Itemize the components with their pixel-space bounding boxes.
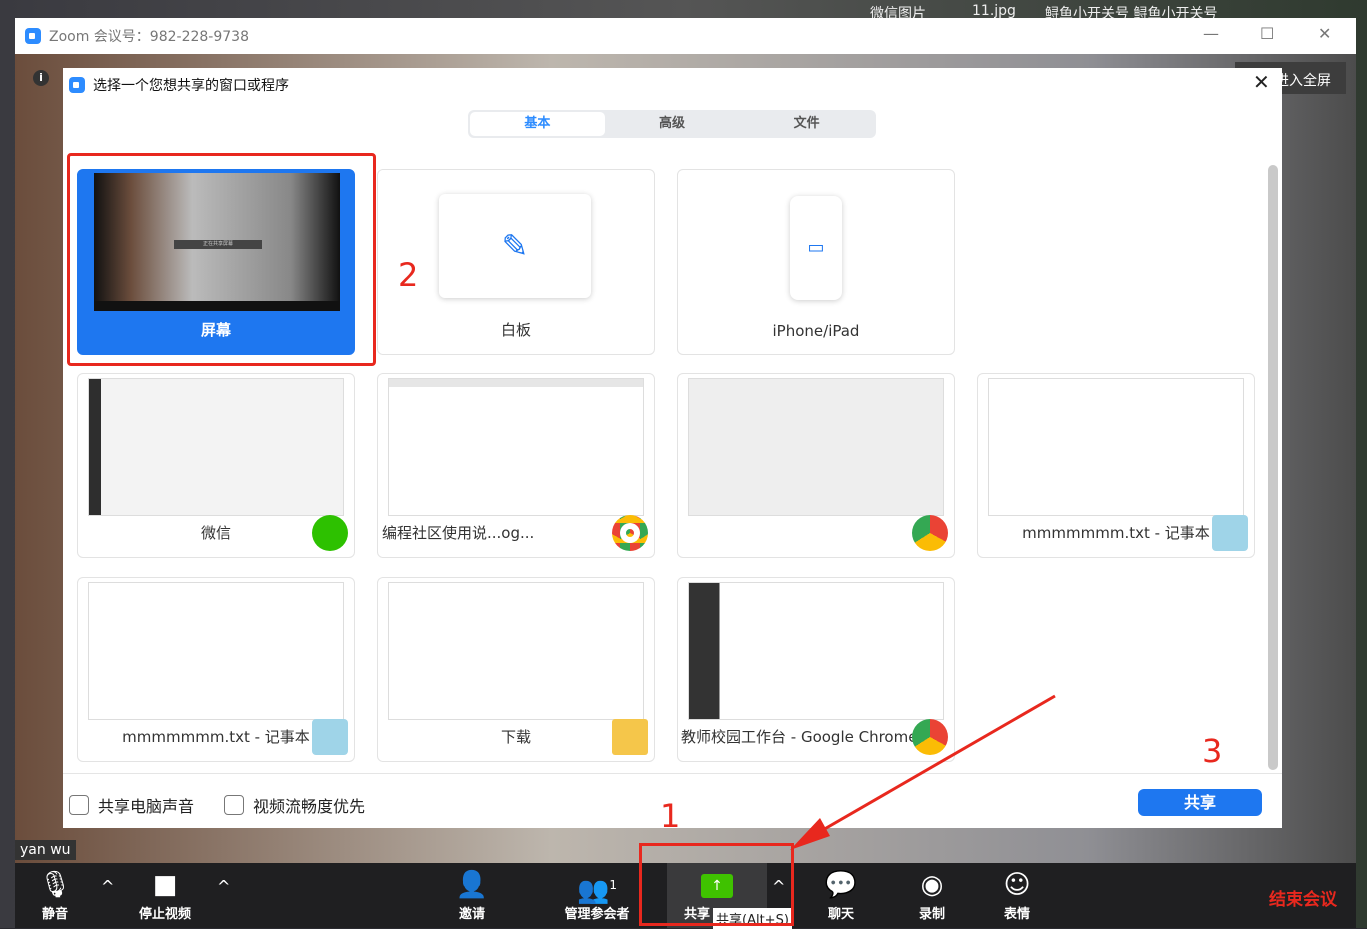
share-item-window[interactable]: mmmmmmm.txt - 记事本: [977, 373, 1255, 558]
window-thumbnail: [988, 378, 1244, 516]
window-thumbnail: [88, 378, 344, 516]
share-item-label: iPhone/iPad: [772, 322, 860, 340]
share-audio-checkbox[interactable]: 共享电脑声音: [69, 793, 194, 817]
zoom-logo-icon: [69, 77, 85, 93]
smiley-icon: ☺: [1003, 870, 1031, 900]
reactions-button[interactable]: ☺ 表情: [972, 863, 1062, 928]
share-tabs: 基本 高级 文件: [468, 110, 876, 138]
participants-button[interactable]: 👥1 管理参会者: [542, 863, 652, 928]
scrollbar[interactable]: [1268, 165, 1278, 770]
participants-icon: 👥1: [576, 875, 617, 906]
record-icon: ◉: [920, 870, 944, 900]
notepad-icon: [312, 719, 348, 755]
tab-files[interactable]: 文件: [739, 112, 874, 136]
wechat-icon: [312, 515, 348, 551]
share-item-window[interactable]: 下载: [377, 577, 655, 762]
invite-button[interactable]: 👤 邀请: [427, 863, 517, 928]
button-label: 表情: [1003, 907, 1030, 922]
airplay-icon: ▭: [790, 196, 842, 300]
audio-options-caret[interactable]: ^: [101, 877, 114, 896]
window-thumbnail: [688, 378, 944, 516]
notepad-icon: [1212, 515, 1248, 551]
annotation-number: 2: [398, 256, 419, 294]
record-button[interactable]: ◉ 录制: [887, 863, 977, 928]
button-label: 邀请: [458, 907, 485, 922]
dialog-title: 选择一个您想共享的窗口或程序: [93, 78, 289, 94]
share-button[interactable]: 共享: [1138, 789, 1262, 816]
optimize-video-checkbox[interactable]: 视频流畅度优先: [224, 793, 365, 817]
maximize-button[interactable]: ☐: [1260, 24, 1274, 43]
participant-name: yan wu: [15, 840, 76, 860]
annotation-number: 3: [1202, 732, 1223, 770]
button-label: 聊天: [827, 907, 854, 922]
annotation-number: 1: [660, 797, 681, 835]
window-titlebar: Zoom 会议号：982-228-9738 — ☐ ✕: [15, 18, 1356, 54]
share-item-label: 白板: [500, 321, 531, 339]
share-item-iphone-ipad[interactable]: ▭ iPhone/iPad: [677, 169, 955, 355]
video-camera-icon: ■: [152, 870, 178, 900]
window-thumbnail: [388, 582, 644, 720]
end-meeting-button[interactable]: 结束会议: [1269, 885, 1337, 910]
tab-advanced[interactable]: 高级: [605, 112, 740, 136]
button-label: 静音: [41, 907, 68, 922]
microphone-icon: 🎙: [38, 870, 72, 900]
share-item-window[interactable]: 编程社区使用说...og...: [377, 373, 655, 558]
chrome-icon: [612, 515, 648, 551]
chat-button[interactable]: 💬 聊天: [796, 863, 886, 928]
add-user-icon: 👤: [455, 870, 489, 900]
chrome-icon: [912, 515, 948, 551]
checkbox-label: 共享电脑声音: [98, 797, 195, 816]
mute-button[interactable]: 🎙 静音: [10, 863, 100, 928]
stop-video-button[interactable]: ■ 停止视频: [120, 863, 210, 928]
pen-icon: ✎: [439, 194, 591, 298]
video-options-caret[interactable]: ^: [217, 877, 230, 896]
button-label: 停止视频: [138, 907, 191, 922]
chat-bubble-icon: 💬: [824, 870, 858, 900]
window-thumbnail: [388, 378, 644, 516]
info-icon[interactable]: i: [33, 70, 49, 86]
tab-basic[interactable]: 基本: [470, 112, 605, 136]
share-item-whiteboard[interactable]: ✎ 白板: [377, 169, 655, 355]
annotation-arrow: [790, 694, 1056, 850]
checkbox-label: 视频流畅度优先: [253, 797, 366, 816]
minimize-button[interactable]: —: [1203, 24, 1219, 43]
share-item-window[interactable]: 微信: [77, 373, 355, 558]
close-button[interactable]: ✕: [1318, 24, 1331, 43]
window-thumbnail: [88, 582, 344, 720]
annotation-box: [639, 843, 794, 926]
window-title: Zoom 会议号：982-228-9738: [49, 29, 249, 45]
button-label: 录制: [918, 907, 945, 922]
participant-count: 1: [609, 878, 617, 892]
annotation-box: [67, 153, 376, 366]
dialog-close-icon[interactable]: ✕: [1253, 70, 1270, 94]
button-label: 管理参会者: [564, 907, 630, 922]
share-item-window[interactable]: [677, 373, 955, 558]
zoom-logo-icon: [25, 28, 41, 44]
desktop-icon-label[interactable]: 11.jpg: [972, 3, 1016, 19]
folder-download-icon: [612, 719, 648, 755]
dialog-title-bar: 选择一个您想共享的窗口或程序: [69, 75, 289, 95]
divider: [63, 773, 1282, 774]
share-item-window[interactable]: mmmmmmm.txt - 记事本: [77, 577, 355, 762]
